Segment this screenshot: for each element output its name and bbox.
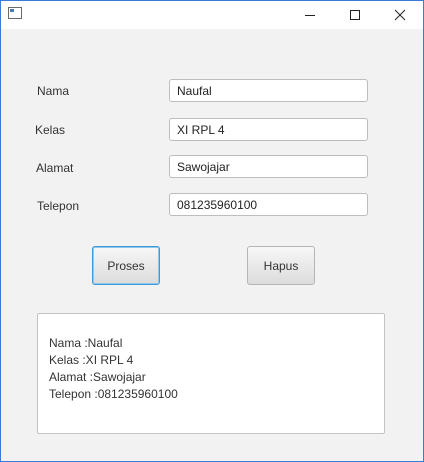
alamat-field[interactable]: [169, 155, 368, 178]
output-line-kelas: Kelas :XI RPL 4: [49, 353, 134, 367]
hapus-button[interactable]: Hapus: [247, 246, 315, 285]
minimize-icon: [305, 15, 315, 16]
app-window-icon: [8, 7, 22, 19]
output-line-alamat: Alamat :Sawojajar: [49, 370, 146, 384]
maximize-icon: [350, 10, 360, 20]
kelas-field[interactable]: [169, 118, 368, 141]
close-icon: [394, 9, 406, 21]
telepon-label: Telepon: [37, 199, 80, 213]
nama-field[interactable]: [169, 79, 368, 102]
app-window: Nama Kelas Alamat Telepon Proses Hapus N…: [0, 0, 424, 462]
nama-label: Nama: [37, 84, 70, 98]
maximize-button[interactable]: [332, 1, 378, 29]
form-panel: Nama Kelas Alamat Telepon Proses Hapus N…: [1, 29, 423, 461]
telepon-field[interactable]: [169, 193, 368, 216]
minimize-button[interactable]: [287, 1, 333, 29]
close-button[interactable]: [377, 1, 423, 29]
title-bar[interactable]: [1, 1, 423, 29]
alamat-label: Alamat: [36, 161, 74, 175]
output-text-area[interactable]: Nama :Naufal Kelas :XI RPL 4 Alamat :Saw…: [37, 313, 385, 434]
proses-button[interactable]: Proses: [92, 246, 160, 285]
kelas-label: Kelas: [35, 123, 66, 137]
output-line-nama: Nama :Naufal: [49, 336, 123, 350]
output-line-telepon: Telepon :081235960100: [49, 387, 178, 401]
